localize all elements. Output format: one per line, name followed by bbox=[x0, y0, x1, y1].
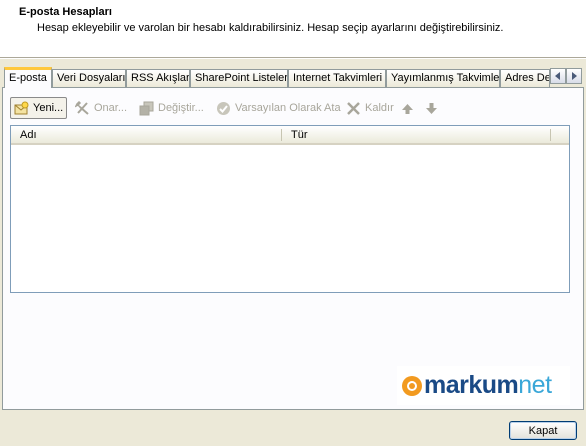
tab-strip: E-posta Veri Dosyaları RSS Akışları Shar… bbox=[2, 67, 584, 88]
tools-icon bbox=[75, 100, 90, 116]
tab-rss-feeds[interactable]: RSS Akışları bbox=[126, 69, 190, 87]
dialog-title: E-posta Hesapları bbox=[19, 6, 112, 18]
change-icon bbox=[139, 101, 154, 116]
column-header-type[interactable]: Tür bbox=[282, 126, 550, 143]
checkmark-icon bbox=[216, 101, 231, 116]
tab-address-books[interactable]: Adres Defterleri bbox=[500, 69, 550, 87]
chevron-left-icon bbox=[555, 72, 560, 80]
logo-mark-icon bbox=[402, 375, 422, 396]
tab-sharepoint-lists[interactable]: SharePoint Listeleri bbox=[190, 69, 288, 87]
close-button[interactable]: Kapat bbox=[509, 421, 577, 440]
arrow-down-icon bbox=[424, 101, 439, 116]
column-divider[interactable] bbox=[550, 129, 551, 141]
tab-scroll-left-button[interactable] bbox=[550, 68, 566, 84]
account-list[interactable]: Adı Tür bbox=[10, 125, 570, 293]
chevron-right-icon bbox=[572, 72, 577, 80]
header-divider-highlight bbox=[0, 58, 586, 59]
set-default-label: Varsayılan Olarak Ata bbox=[235, 102, 341, 114]
repair-button[interactable]: Onar... bbox=[72, 97, 130, 119]
repair-label: Onar... bbox=[94, 102, 128, 114]
arrow-up-icon bbox=[400, 101, 415, 116]
new-account-label: Yeni... bbox=[33, 102, 64, 114]
remove-button[interactable]: Kaldır bbox=[343, 97, 397, 119]
move-down-button[interactable] bbox=[421, 97, 446, 119]
logo-brand-text: markum bbox=[424, 371, 519, 399]
change-label: Değiştir... bbox=[158, 102, 204, 114]
dialog-subtitle: Hesap ekleyebilir ve varolan bir hesabı … bbox=[37, 22, 504, 34]
tab-data-files[interactable]: Veri Dosyaları bbox=[52, 69, 126, 87]
tab-published-calendars[interactable]: Yayımlanmış Takvimler bbox=[386, 69, 500, 87]
tab-email[interactable]: E-posta bbox=[4, 67, 52, 88]
logo-suffix-text: net bbox=[518, 371, 552, 399]
new-account-button[interactable]: Yeni... bbox=[10, 97, 68, 119]
tab-internet-calendars[interactable]: Internet Takvimleri bbox=[288, 69, 386, 87]
column-header-name[interactable]: Adı bbox=[11, 126, 281, 143]
tab-scroll-right-button[interactable] bbox=[566, 68, 582, 84]
dialog-header: E-posta Hesapları Hesap ekleyebilir ve v… bbox=[0, 0, 586, 57]
change-button[interactable]: Değiştir... bbox=[136, 97, 207, 119]
watermark-logo: markum net bbox=[397, 366, 570, 405]
set-default-button[interactable]: Varsayılan Olarak Ata bbox=[213, 97, 344, 119]
list-header: Adı Tür bbox=[11, 126, 569, 145]
account-toolbar: Yeni... Onar... Değiştir... Varsayılan O… bbox=[10, 97, 570, 119]
new-account-icon bbox=[14, 101, 29, 116]
move-up-button[interactable] bbox=[397, 97, 422, 119]
remove-label: Kaldır bbox=[365, 102, 394, 114]
delete-x-icon bbox=[346, 101, 361, 116]
